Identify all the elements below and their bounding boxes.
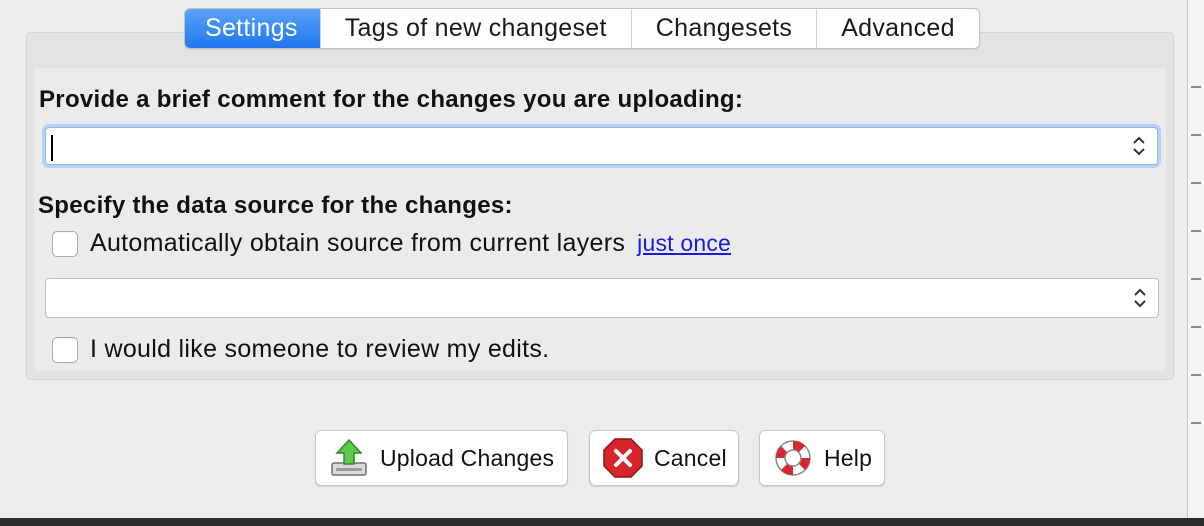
tab-bar: Settings Tags of new changeset Changeset… (184, 8, 980, 49)
tab-changesets[interactable]: Changesets (630, 9, 816, 48)
tab-tags-of-new-changeset[interactable]: Tags of new changeset (319, 9, 631, 48)
help-label: Help (824, 444, 873, 471)
review-row: I would like someone to review my edits. (52, 335, 549, 364)
background-window-edge (1187, 0, 1204, 526)
auto-source-label: Automatically obtain source from current… (90, 229, 626, 257)
tab-settings[interactable]: Settings (185, 9, 320, 48)
tab-advanced[interactable]: Advanced (816, 9, 979, 48)
auto-source-row: Automatically obtain source from current… (52, 229, 731, 258)
cancel-button[interactable]: Cancel (589, 430, 739, 486)
source-label: Specify the data source for the changes: (38, 192, 513, 219)
just-once-link[interactable]: just once (637, 230, 731, 257)
review-label: I would like someone to review my edits. (90, 335, 550, 363)
comment-label: Provide a brief comment for the changes … (39, 86, 744, 113)
upload-changes-button[interactable]: Upload Changes (315, 430, 568, 486)
upload-arrow-icon (331, 438, 367, 476)
updown-chevron-icon[interactable] (1132, 286, 1148, 310)
updown-chevron-icon[interactable] (1131, 134, 1147, 158)
auto-source-checkbox[interactable] (52, 230, 78, 257)
text-caret (51, 135, 53, 161)
cancel-x-icon (603, 438, 643, 478)
help-button[interactable]: Help (759, 430, 885, 486)
lifebuoy-help-icon (775, 440, 811, 476)
upload-changes-label: Upload Changes (380, 444, 555, 471)
source-combobox[interactable] (45, 278, 1159, 318)
cancel-label: Cancel (654, 444, 727, 471)
upload-dialog: Settings Tags of new changeset Changeset… (0, 0, 1188, 518)
comment-combobox[interactable] (45, 127, 1158, 165)
background-window-bottom (0, 518, 1204, 526)
review-checkbox[interactable] (52, 336, 78, 363)
